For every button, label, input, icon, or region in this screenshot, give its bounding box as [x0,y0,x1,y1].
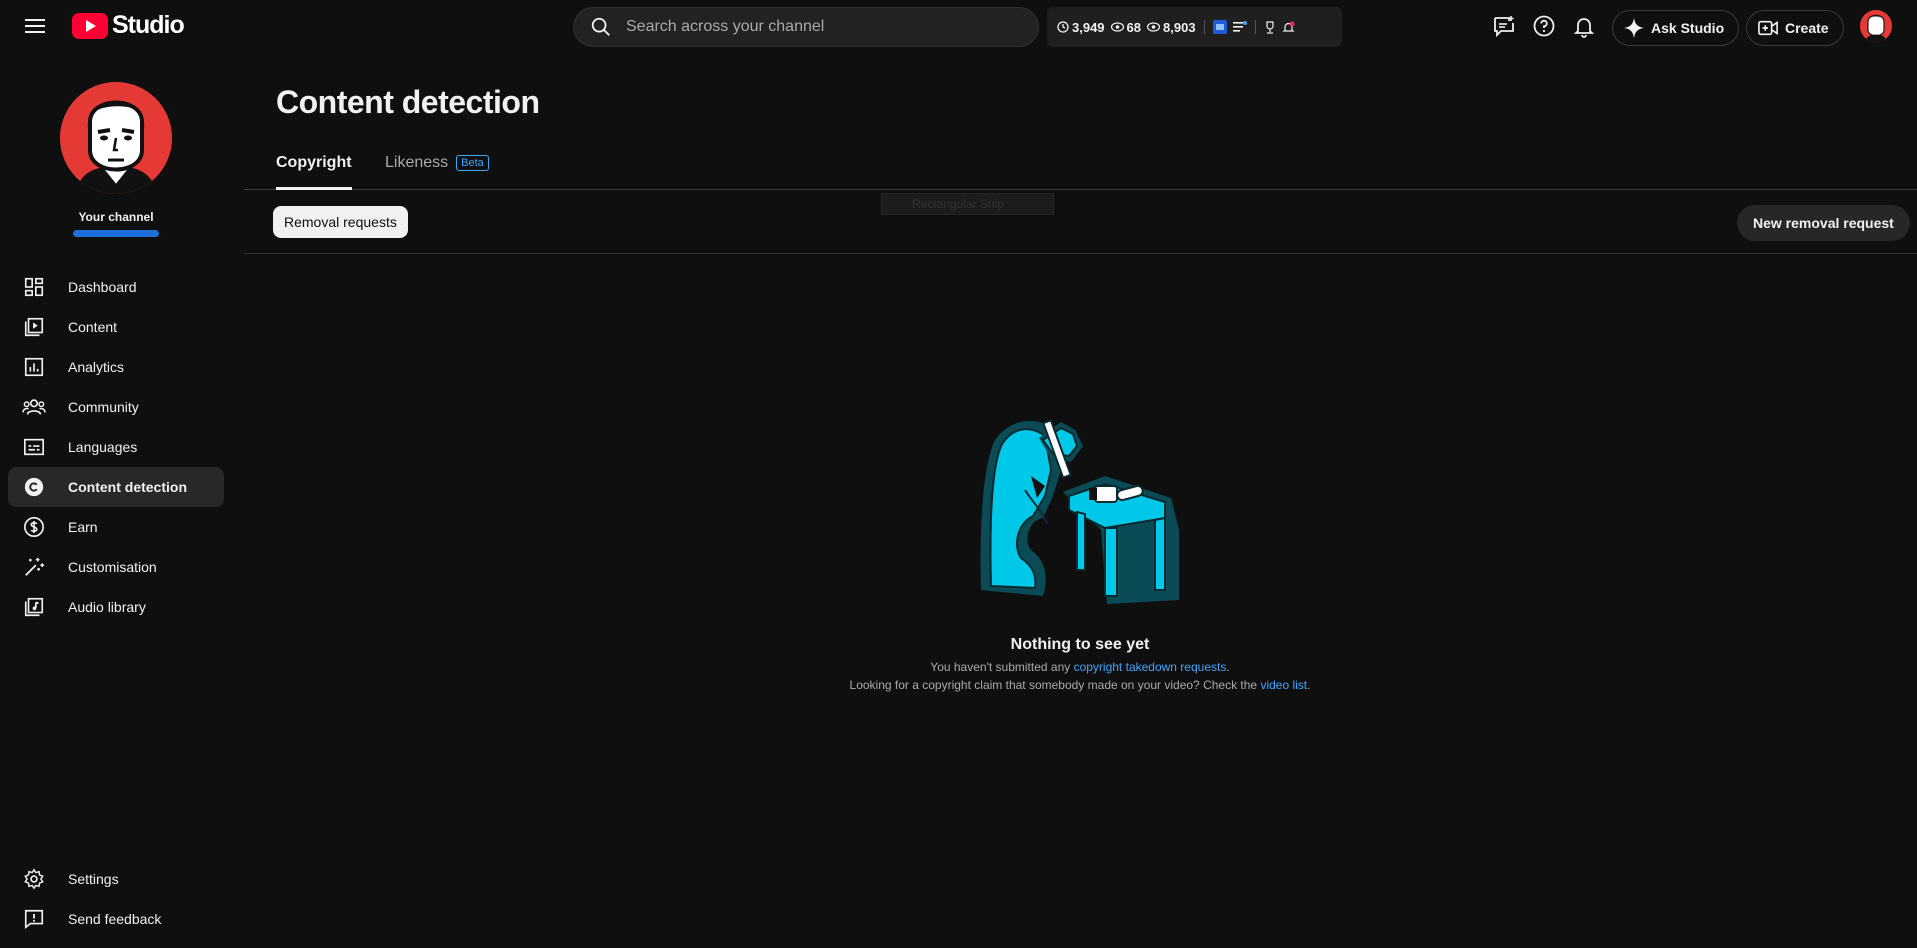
sidebar-item-label: Settings [68,871,119,887]
tab-label: Copyright [276,154,352,171]
sidebar-item-languages[interactable]: Languages [8,427,224,467]
empty-line2-suffix: . [1307,678,1311,692]
your-channel-label: Your channel [78,210,154,224]
trophy-icon[interactable] [1264,20,1276,34]
empty-state-line-2: Looking for a copyright claim that someb… [850,678,1311,692]
sidebar-bottom-nav: Settings Send feedback [8,859,224,939]
sidebar-item-settings[interactable]: Settings [8,859,224,899]
beta-badge: Beta [456,155,489,171]
copyright-icon [22,475,46,499]
tab-copyright[interactable]: Copyright [276,154,352,190]
subscribers-value: 68 [1126,19,1142,35]
tab-label: Likeness [385,154,449,171]
ask-studio-label: Ask Studio [1651,20,1725,36]
studio-logo[interactable]: Studio [72,11,185,40]
eye-icon [1110,22,1124,32]
feedback-comments-icon[interactable] [1490,12,1518,40]
create-video-icon [1758,20,1778,36]
create-label: Create [1785,20,1829,36]
empty-line1-suffix: . [1226,660,1230,674]
sidebar: Your channel Dashboard Content Analytics… [0,52,232,948]
page-title: Content detection [276,84,540,120]
watch-time-stat: 3,949 [1057,20,1105,35]
sidebar-item-community[interactable]: Community [8,387,224,427]
community-icon [22,395,46,419]
music-library-icon [22,595,46,619]
sidebar-item-send-feedback[interactable]: Send feedback [8,899,224,939]
notifications-bell-icon[interactable] [1570,12,1598,40]
empty-line1-prefix: You haven't submitted any [930,660,1074,674]
sidebar-item-label: Audio library [68,599,146,615]
clock-icon [1057,21,1069,33]
views-stat: 8,903 [1147,20,1196,35]
sidebar-item-label: Content [68,319,118,335]
dollar-icon [22,515,46,539]
channel-name-redacted [73,230,159,237]
top-bar: Studio 3,949 68 8,903 Ask St [0,0,1917,52]
sidebar-item-customisation[interactable]: Customisation [8,547,224,587]
sidebar-item-dashboard[interactable]: Dashboard [8,267,224,307]
sidebar-nav: Dashboard Content Analytics Community La… [8,267,224,627]
channel-avatar[interactable] [60,82,172,194]
feedback-icon [22,907,46,931]
gear-icon [22,867,46,891]
search-bar[interactable] [573,7,1039,47]
list-icon[interactable] [1232,21,1247,33]
youtube-logo-icon [72,12,108,39]
sidebar-item-label: Dashboard [68,279,137,295]
search-input[interactable] [626,18,1006,36]
sidebar-item-content-detection[interactable]: Content detection [8,467,224,507]
sidebar-item-label: Earn [68,519,98,535]
empty-state-title: Nothing to see yet [1010,636,1150,653]
notification-bell-small-icon[interactable] [1282,21,1295,34]
snip-tooltip-ghost: Rectangular Snip [881,193,1054,215]
channel-info: Your channel [0,82,232,237]
account-avatar[interactable] [1860,10,1892,42]
search-icon [591,17,610,36]
ask-studio-button[interactable]: Ask Studio [1612,10,1740,46]
sidebar-item-label: Community [68,399,139,415]
sidebar-item-label: Customisation [68,559,157,575]
stats-divider [1254,20,1256,34]
channel-stats-bar: 3,949 68 8,903 [1047,7,1342,47]
magic-wand-icon [22,555,46,579]
analytics-icon [22,355,46,379]
subscribers-stat: 68 [1110,19,1142,35]
sparkle-icon [1623,17,1645,39]
sidebar-item-label: Languages [68,439,138,455]
dashboard-icon [22,275,46,299]
eye-icon [1147,22,1161,32]
toolbar-divider [244,253,1917,254]
sidebar-item-content[interactable]: Content [8,307,224,347]
sidebar-item-audio-library[interactable]: Audio library [8,587,224,627]
sidebar-item-analytics[interactable]: Analytics [8,347,224,387]
empty-state-line-1: You haven't submitted any copyright take… [930,660,1229,674]
copyright-takedown-requests-link[interactable]: copyright takedown requests [1074,660,1227,674]
logo-text: Studio [112,11,185,39]
tab-likeness[interactable]: Likeness Beta [385,154,489,190]
help-icon[interactable] [1530,12,1558,40]
empty-line2-prefix: Looking for a copyright claim that someb… [849,678,1261,692]
removal-requests-chip[interactable]: Removal requests [273,206,408,238]
stats-divider [1203,20,1205,34]
subtitles-icon [22,435,46,459]
views-value: 8,903 [1163,19,1196,35]
hamburger-menu-icon[interactable] [20,14,50,38]
sidebar-item-label: Send feedback [68,911,162,927]
sidebar-item-earn[interactable]: Earn [8,507,224,547]
empty-state: Nothing to see yet You haven't submitted… [780,400,1380,692]
new-removal-request-button[interactable]: New removal request [1737,205,1910,241]
tab-bar: Copyright Likeness Beta [244,150,1917,190]
sidebar-item-label: Content detection [68,479,187,495]
sidebar-item-label: Analytics [68,359,125,375]
create-button[interactable]: Create [1746,10,1844,46]
content-icon [22,315,46,339]
video-list-link[interactable]: video list [1260,678,1307,692]
microscope-illustration [980,419,1179,604]
watch-time-value: 3,949 [1072,19,1105,35]
extension-badge-icon[interactable] [1212,20,1227,34]
